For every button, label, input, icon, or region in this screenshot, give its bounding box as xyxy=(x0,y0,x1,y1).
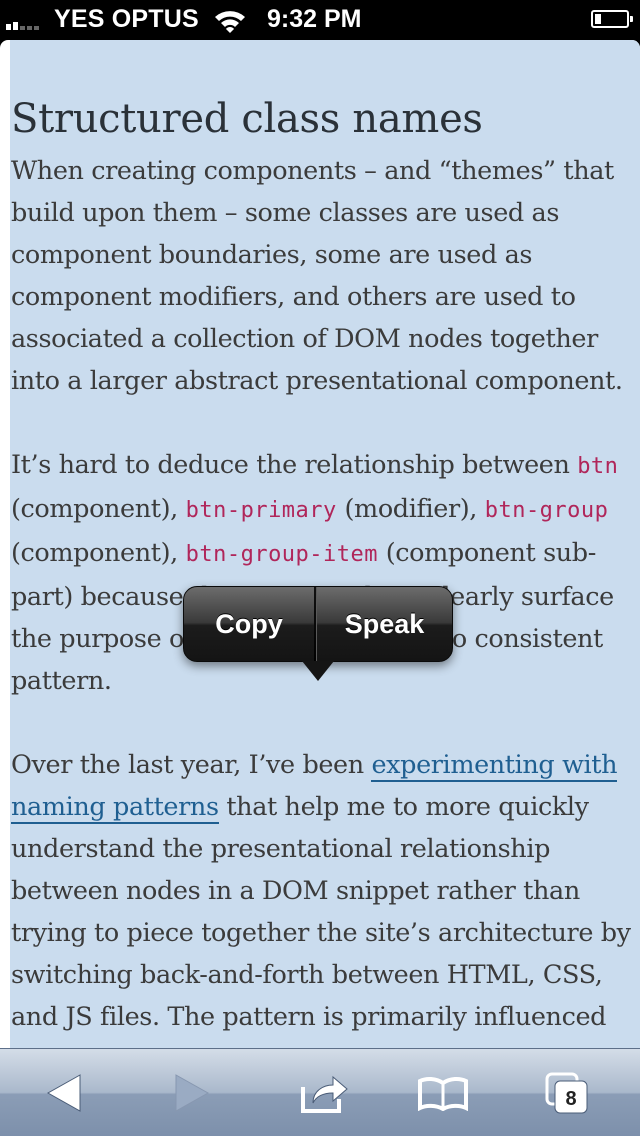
text-run: It’s hard to deduce the relationship bet… xyxy=(11,450,578,480)
copy-button[interactable]: Copy xyxy=(184,587,314,661)
tabs-button[interactable]: 8 xyxy=(517,1049,617,1136)
signal-strength-icon xyxy=(6,12,39,30)
share-icon xyxy=(301,1075,348,1113)
share-button[interactable] xyxy=(274,1049,374,1136)
back-arrow-icon xyxy=(46,1074,81,1112)
speak-button[interactable]: Speak xyxy=(317,587,452,661)
status-bar: YES OPTUS 9:32 PM xyxy=(0,0,640,40)
paragraph-1: When creating components – and “themes” … xyxy=(11,156,623,396)
bookmarks-button[interactable] xyxy=(393,1049,493,1136)
text-run: (component), xyxy=(11,538,186,568)
clock: 9:32 PM xyxy=(267,5,362,33)
code-btn-primary: btn-primary xyxy=(185,498,337,523)
edit-menu-callout: Copy Speak xyxy=(183,586,453,662)
forward-arrow-icon xyxy=(175,1074,210,1112)
web-page[interactable]: Structured class names When creating com… xyxy=(0,40,640,1048)
text-run: that help me to more quickly understand … xyxy=(11,792,631,1032)
paragraph-3: Over the last year, I’ve been experiment… xyxy=(11,744,635,1038)
article-content[interactable]: Structured class names When creating com… xyxy=(11,94,635,1048)
browser-toolbar: 8 xyxy=(0,1048,640,1136)
bookmarks-book-icon xyxy=(418,1076,468,1111)
code-btn: btn xyxy=(577,454,619,479)
code-btn-group: btn-group xyxy=(484,498,609,523)
tab-count: 8 xyxy=(565,1088,576,1110)
back-button[interactable] xyxy=(14,1049,114,1136)
text-run: (modifier), xyxy=(336,494,485,524)
tabs-pages-icon: 8 xyxy=(545,1072,588,1114)
code-btn-group-item: btn-group-item xyxy=(185,542,379,567)
text-run: Over the last year, I’ve been xyxy=(11,750,372,780)
forward-button[interactable] xyxy=(142,1049,242,1136)
text-run: (component), xyxy=(11,494,186,524)
battery-icon xyxy=(591,10,633,28)
wifi-icon xyxy=(213,8,247,41)
carrier-name: YES OPTUS xyxy=(54,5,199,33)
section-heading: Structured class names xyxy=(11,96,483,142)
callout-arrow xyxy=(302,661,334,681)
